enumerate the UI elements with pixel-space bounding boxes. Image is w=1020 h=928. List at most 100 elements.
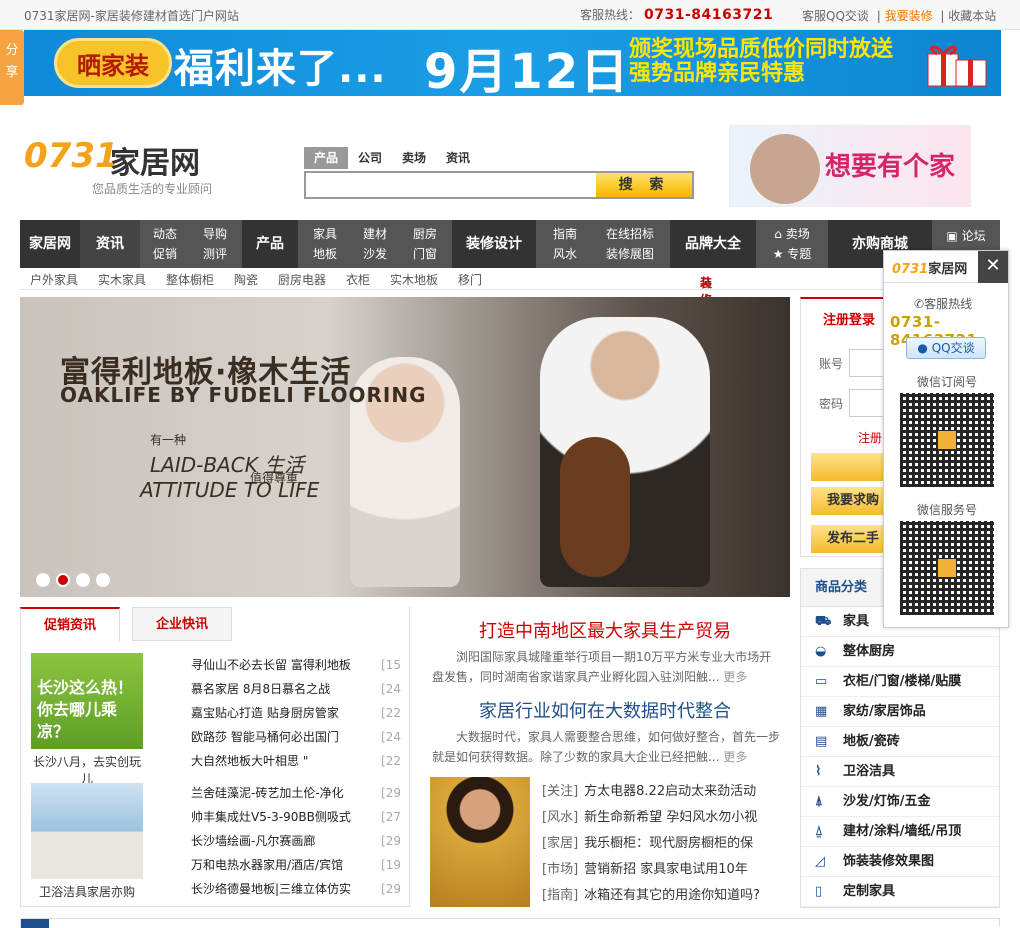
top-bar: 0731家居网-家居装修建材首选门户网站 客服热线： 0731-84163721 … (0, 0, 1020, 30)
site-tagline: 0731家居网-家居装修建材首选门户网站 (24, 9, 239, 23)
category-item[interactable]: ▯ 定制家具 (801, 877, 999, 907)
slider-dot[interactable] (36, 573, 50, 587)
promo-pic-1[interactable]: 长沙这么热！你去哪儿乘凉？ 长沙八月，去实创玩儿 (31, 653, 143, 786)
subnav-item[interactable]: 厨房电器 (278, 271, 326, 288)
list-item[interactable]: [家居] 我乐橱柜：现代厨房橱柜的保 (542, 831, 792, 857)
search-tab-market[interactable]: 卖场 (392, 147, 436, 169)
promo-pic-2[interactable]: 卫浴洁具家居亦购 (31, 783, 143, 899)
subnav-item[interactable]: 陶瓷 (234, 271, 258, 288)
site-logo[interactable]: 0731 家居网 您品质生活的专业顾问 (22, 136, 222, 196)
category-item[interactable]: ◒ 整体厨房 (801, 637, 999, 667)
faucet-icon: ⌇ (815, 764, 822, 779)
list-item[interactable]: 慕名家居 8月8日慕名之战 [24 (191, 677, 401, 701)
tab-promo[interactable]: 促销资讯 (20, 607, 120, 641)
register-link[interactable]: 注册 (858, 429, 882, 446)
decorate-link[interactable]: 我要装修 (885, 9, 933, 23)
wechat-service-label: 微信服务号 (916, 503, 977, 517)
news-photo[interactable] (430, 777, 530, 907)
slider-dot[interactable] (76, 573, 90, 587)
nav-product-sub-3[interactable]: 厨房 门窗 (402, 220, 448, 268)
banner-badge: 晒家装 (54, 38, 172, 88)
nav-brand[interactable]: 品牌大全 (670, 220, 756, 268)
qq-chat-button[interactable]: ● QQ交谈 (906, 337, 986, 359)
qq-chat-link[interactable]: 客服QQ交谈 (802, 9, 869, 23)
account-label: 账号 (819, 357, 844, 371)
slider-dot[interactable] (96, 573, 110, 587)
list-item[interactable]: [指南] 冰箱还有其它的用途你知道吗? (542, 883, 792, 909)
lamp-icon: ⍋ (815, 794, 823, 809)
nav-deco[interactable]: 装修设计 (452, 220, 536, 268)
search-tab-product[interactable]: 产品 (304, 147, 349, 169)
phone-icon: ✆ (914, 297, 925, 311)
headline-2[interactable]: 家居行业如何在大数据时代整合 (420, 697, 790, 723)
chat-icon: ▣ (946, 229, 958, 243)
headline-1-summary: 浏阳国际家具城隆重举行项目一期10万平方米专业大市场开盘发售，同时湖南省家谐家具… (432, 650, 772, 684)
share-button[interactable]: 分享 (0, 30, 24, 105)
nav-home[interactable]: 家居网 (20, 220, 80, 268)
subnav-item[interactable]: 实木地板 (390, 271, 438, 288)
slider-dot-active[interactable] (56, 573, 70, 587)
hero-slider[interactable]: 富得利地板·橡木生活 OAKLIFE BY FUDELI FLOORING 有一… (20, 297, 790, 597)
subnav-item[interactable]: 整体橱柜 (166, 271, 214, 288)
list-item[interactable]: 帅丰集成灶V5-3-90BB侧吸式 [27 (191, 805, 401, 829)
nav-deco-sub-1[interactable]: 指南 风水 (542, 220, 588, 268)
list-item[interactable]: 嘉宝贴心打造 贴身厨房管家 [22 (191, 701, 401, 725)
couple-photo (750, 134, 820, 204)
headline-2-summary: 大数据时代，家具人需要整合思维，如何做好整合，首先一步就是如何获得数据。除了少数… (432, 730, 781, 764)
more-link[interactable]: 更多 (723, 670, 747, 684)
list-item[interactable]: 大自然地板大叶相思 " [22 (191, 749, 401, 773)
sub-nav: 户外家具 实木家具 整体橱柜 陶瓷 厨房电器 衣柜 实木地板 移门 马上登陆发布… (20, 268, 1000, 409)
list-item[interactable]: 万和电热水器家用/酒店/宾馆 [19 (191, 853, 401, 877)
list-item[interactable]: 兰舍硅藻泥-砖艺加土伦-净化 [29 (191, 781, 401, 805)
nav-news[interactable]: 资讯 (80, 220, 140, 268)
subnav-item[interactable]: 实木家具 (98, 271, 146, 288)
search-tab-company[interactable]: 公司 (348, 147, 392, 169)
category-item[interactable]: ⍋ 沙发/灯饰/五金 (801, 787, 999, 817)
home-icon: ⌂ (774, 227, 782, 241)
list-item[interactable]: [关注] 方太电器8.22启动太来劲活动 (542, 779, 792, 805)
search-button[interactable]: 搜 索 (596, 173, 692, 197)
side-ad[interactable]: 想要有个家 (729, 125, 971, 207)
category-item[interactable]: ▦ 家纺/家居饰品 (801, 697, 999, 727)
subnav-item[interactable]: 衣柜 (346, 271, 370, 288)
category-item[interactable]: ◿ 饰装装修效果图 (801, 847, 999, 877)
list-item[interactable]: 寻仙山不必去长留 富得利地板 [15 (191, 653, 401, 677)
monitor-icon: ▭ (815, 674, 828, 689)
nav-brand-sub[interactable]: ⌂ 卖场 ★ 专题 (762, 220, 822, 268)
headline-1[interactable]: 打造中南地区最大家具生产贸易 (420, 617, 790, 643)
nav-deco-sub-2[interactable]: 在线招标 装修展图 (594, 220, 666, 268)
side-ad-text: 想要有个家 (825, 152, 956, 182)
promo-list-2: 兰舍硅藻泥-砖艺加土伦-净化 [29 帅丰集成灶V5-3-90BB侧吸式 [27 长… (191, 781, 401, 901)
promo-banner[interactable]: 晒家装 福利来了... 9月12日 颁奖现场品质低价同时放送 强势品牌亲民特惠 (24, 30, 1001, 96)
subnav-item[interactable]: 移门 (458, 271, 482, 288)
nav-product-sub-1[interactable]: 家具 地板 (302, 220, 348, 268)
logo-name: 家居网 (110, 146, 200, 181)
tab-company[interactable]: 企业快讯 (132, 607, 232, 641)
category-item[interactable]: ⌇ 卫浴洁具 (801, 757, 999, 787)
close-icon[interactable]: ✕ (978, 251, 1008, 283)
nav-product-sub-2[interactable]: 建材 沙发 (352, 220, 398, 268)
list-item[interactable]: [风水] 新生命新希望 孕妇风水勿小视 (542, 805, 792, 831)
banner-headline: 福利来了... (174, 46, 387, 92)
login-title: 注册登录 (823, 313, 876, 328)
hotline-number: 0731-84163721 (644, 7, 774, 23)
nav-product[interactable]: 产品 (242, 220, 298, 268)
slider-tag: 值得尊重 (250, 471, 299, 485)
more-link[interactable]: 更多 (723, 750, 747, 764)
subnav-item[interactable]: 户外家具 (30, 271, 78, 288)
search-input[interactable]: 搜 索 (304, 171, 694, 199)
nav-news-sub-1[interactable]: 动态 促销 (142, 220, 188, 268)
list-item[interactable]: 长沙墙绘画-凡尔赛画廊 [29 (191, 829, 401, 853)
popup-tel-label: ✆客服热线 (914, 297, 973, 311)
search-area: 产品 公司 卖场 资讯 搜 索 (304, 147, 694, 203)
list-item[interactable]: [市场] 营销新招 家具家电试用10年 (542, 857, 792, 883)
list-item[interactable]: 长沙络德曼地板|三维立体仿实 [29 (191, 877, 401, 901)
bookmark-link[interactable]: 收藏本站 (948, 9, 996, 23)
category-item[interactable]: ▤ 地板/瓷砖 (801, 727, 999, 757)
list-item[interactable]: 欧路莎 智能马桶何必出国门 [24 (191, 725, 401, 749)
category-item[interactable]: ⍙ 建材/涂料/墙纸/吊顶 (801, 817, 999, 847)
category-item[interactable]: ▭ 衣柜/门窗/楼梯/贴膜 (801, 667, 999, 697)
nav-news-sub-2[interactable]: 导购 测评 (192, 220, 238, 268)
search-tab-news[interactable]: 资讯 (436, 147, 480, 169)
wechat-sub-label: 微信订阅号 (916, 375, 977, 389)
